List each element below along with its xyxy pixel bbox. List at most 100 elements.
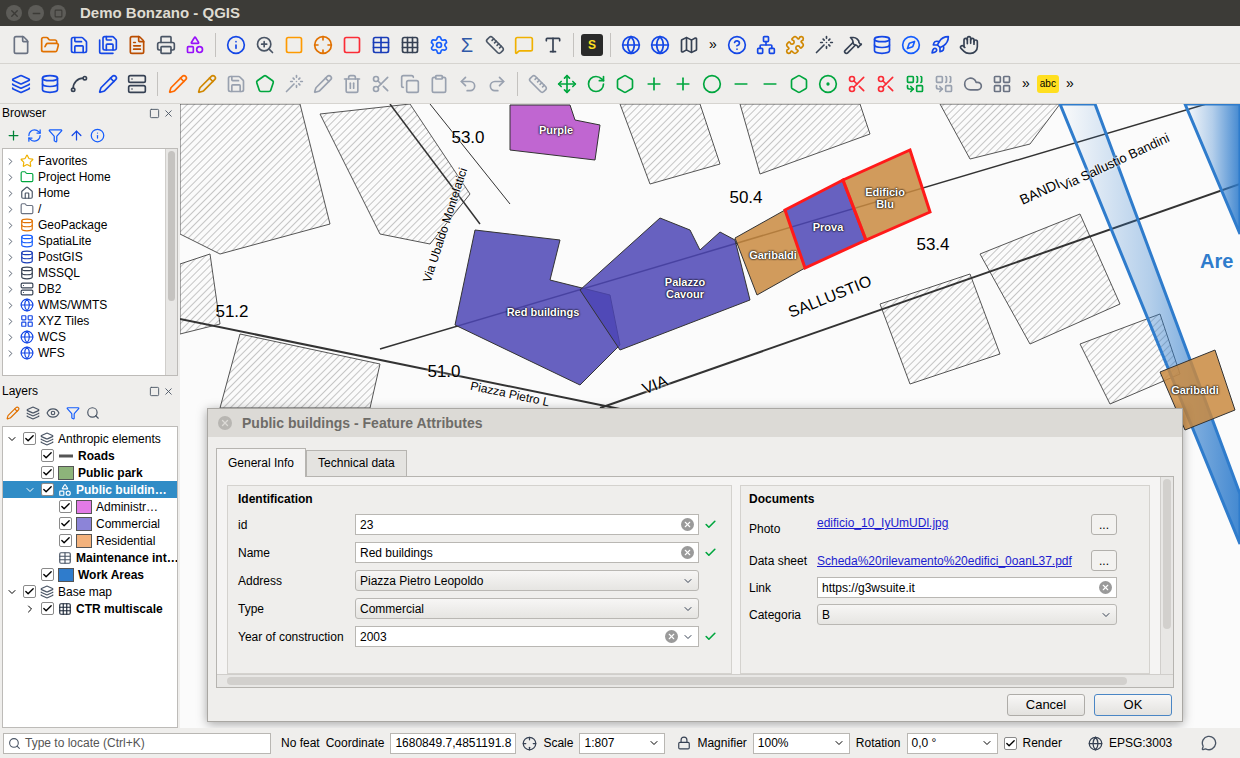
toolbar-button[interactable] [989, 70, 1015, 98]
clear-button[interactable] [665, 630, 678, 643]
scrollbar[interactable] [165, 149, 177, 375]
scroll-thumb[interactable] [168, 151, 175, 301]
layer-item[interactable]: Public park [3, 464, 177, 481]
filter-icon[interactable] [66, 406, 80, 420]
layer-checkbox[interactable] [59, 500, 72, 513]
layer-checkbox[interactable] [59, 534, 72, 547]
tab[interactable]: General Info [216, 448, 306, 477]
expander[interactable] [5, 433, 19, 445]
toolbar-button[interactable] [554, 70, 580, 98]
toolbar-button[interactable] [815, 70, 841, 98]
close-icon[interactable] [163, 386, 174, 397]
toolbar-button[interactable] [728, 70, 754, 98]
visibility-icon[interactable] [46, 406, 60, 420]
toolbar-button[interactable] [612, 70, 638, 98]
combo-box[interactable]: 2003 [355, 626, 699, 647]
toolbar-button[interactable] [869, 31, 895, 59]
layer-checkbox[interactable] [41, 483, 54, 496]
layer-item[interactable]: Work Areas [3, 566, 177, 583]
toolbar-button[interactable] [368, 70, 394, 98]
float-icon[interactable] [149, 386, 160, 397]
toolbar-button[interactable] [223, 70, 249, 98]
toolbar-button[interactable] [699, 70, 725, 98]
toolbar-button[interactable] [153, 31, 179, 59]
browser-item[interactable]: Project Home [3, 169, 165, 185]
toolbar-button[interactable] [927, 31, 953, 59]
clear-button[interactable] [1099, 581, 1112, 594]
browse-button[interactable]: ... [1091, 550, 1117, 571]
toolbar-button[interactable] [339, 70, 365, 98]
messages-icon[interactable] [1201, 735, 1217, 751]
collapse-icon[interactable] [69, 128, 84, 143]
horizontal-scrollbar[interactable] [217, 674, 1173, 687]
file-link[interactable]: edificio_10_IyUmUDl.jpg [817, 514, 1087, 532]
coordinate-toggle-icon[interactable] [522, 736, 537, 751]
browser-item[interactable]: PostGIS [3, 249, 165, 265]
building-feature[interactable] [510, 105, 600, 160]
layer-item[interactable]: Maintenance int… [3, 549, 177, 566]
toolbar-button[interactable] [455, 70, 481, 98]
layer-item[interactable]: Roads [3, 447, 177, 464]
scroll-thumb[interactable] [227, 677, 1127, 685]
crs-icon[interactable] [1088, 736, 1103, 751]
toolbar-button[interactable] [902, 70, 928, 98]
toolbar-overflow[interactable]: » [1062, 73, 1078, 94]
toolbar-button[interactable] [786, 70, 812, 98]
refresh-icon[interactable] [27, 128, 42, 143]
layer-item[interactable]: Administr… [3, 498, 177, 515]
toolbar-button[interactable] [618, 31, 644, 59]
expander[interactable] [5, 586, 19, 598]
toolbar-button[interactable] [484, 70, 510, 98]
toolbar-button[interactable] [223, 31, 249, 59]
rotation-spinbox[interactable]: 0,0 ° [907, 733, 998, 754]
clear-button[interactable] [681, 518, 694, 531]
browser-item[interactable]: Favorites [3, 153, 165, 169]
browser-item[interactable]: MSSQL [3, 265, 165, 281]
toolbar-button[interactable] [397, 31, 423, 59]
layer-checkbox[interactable] [41, 568, 54, 581]
combo-box[interactable]: B [817, 604, 1117, 625]
coordinate-field[interactable]: 1680849.7,4851191.8 [390, 733, 516, 754]
dropdown-icon[interactable] [682, 603, 694, 615]
toolbar-button[interactable] [310, 70, 336, 98]
browser-item[interactable]: WFS [3, 345, 165, 361]
layer-checkbox[interactable] [59, 517, 72, 530]
building-feature[interactable] [843, 150, 930, 240]
scroll-thumb[interactable] [1163, 479, 1171, 629]
render-checkbox[interactable] [1004, 737, 1017, 750]
toolbar-button[interactable] [8, 70, 34, 98]
toolbar-button[interactable] [281, 31, 307, 59]
layer-checkbox[interactable] [41, 602, 54, 615]
toolbar-button[interactable] [540, 31, 566, 59]
toolbar-button[interactable] [482, 31, 508, 59]
browser-item[interactable]: XYZ Tiles [3, 313, 165, 329]
toolbar-button[interactable] [124, 70, 150, 98]
layer-item[interactable]: Commercial [3, 515, 177, 532]
float-icon[interactable] [149, 108, 160, 119]
toolbar-button[interactable] [811, 31, 837, 59]
window-maximize[interactable] [50, 5, 66, 21]
style-icon[interactable] [6, 406, 20, 420]
combo-box[interactable]: Commercial [355, 598, 699, 619]
dialog-button[interactable]: Cancel [1007, 694, 1085, 716]
browser-item[interactable]: DB2 [3, 281, 165, 297]
toolbar-button[interactable] [960, 70, 986, 98]
layer-item[interactable]: Residential [3, 532, 177, 549]
browse-button[interactable]: ... [1091, 514, 1117, 535]
clear-button[interactable] [681, 546, 694, 559]
text-field[interactable]: 23 [355, 514, 699, 535]
toolbar-button[interactable] [753, 31, 779, 59]
toolbar-button[interactable] [368, 31, 394, 59]
python-badge[interactable]: S [581, 34, 603, 56]
vertical-scrollbar[interactable] [1160, 477, 1173, 674]
crs-label[interactable]: EPSG:3003 [1109, 734, 1172, 752]
toolbar-button[interactable] [339, 31, 365, 59]
toolbar-button[interactable] [165, 70, 191, 98]
window-close[interactable] [6, 5, 22, 21]
layer-item[interactable]: Base map [3, 583, 177, 600]
toolbar-button[interactable] [426, 31, 452, 59]
text-field[interactable]: https://g3wsuite.it [817, 577, 1117, 598]
toolbar-button[interactable] [844, 70, 870, 98]
expander[interactable] [23, 484, 37, 496]
dropdown-icon[interactable] [682, 575, 694, 587]
